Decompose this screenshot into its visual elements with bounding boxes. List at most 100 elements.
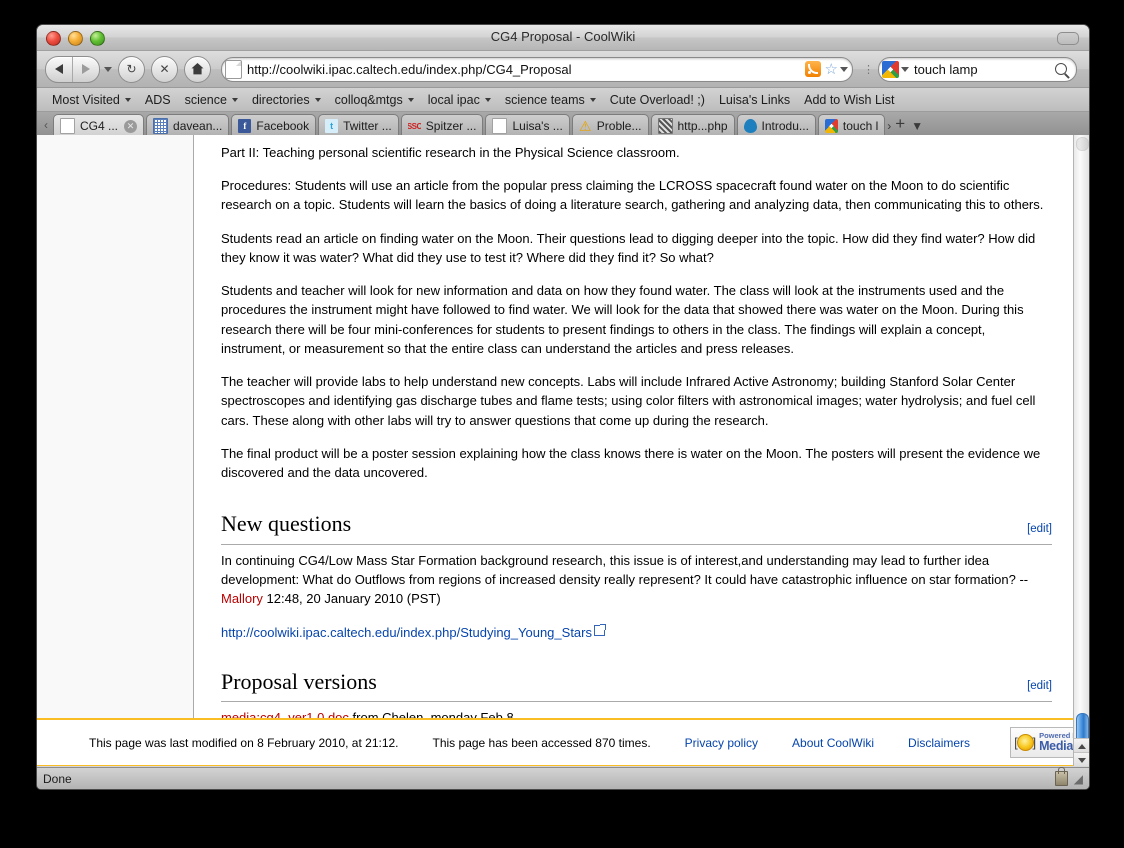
last-modified-text: This page was last modified on 8 Februar… (89, 735, 399, 750)
bookmark-label: Add to Wish List (804, 92, 895, 107)
tab-label: Introdu... (761, 119, 809, 133)
forward-button[interactable] (73, 57, 99, 82)
search-icon[interactable] (1055, 63, 1067, 75)
back-forward-group (45, 55, 100, 83)
edit-section-link-proposal-versions[interactable]: [edit] (1027, 678, 1052, 695)
scroll-down-button[interactable] (1074, 752, 1089, 766)
resize-grip-icon[interactable]: ◢ (1074, 772, 1083, 786)
ssc-favicon-icon: SSC (408, 121, 421, 131)
bookmark-star-icon[interactable]: ☆ (825, 60, 838, 78)
external-link-icon (594, 623, 606, 636)
user-signature-link[interactable]: Mallory (221, 591, 263, 606)
bookmark-label: directories (251, 92, 310, 107)
g-favicon-icon (824, 119, 838, 133)
wiki-sidebar (37, 135, 194, 718)
doc-favicon-icon (492, 118, 508, 134)
search-engine-dropdown-icon[interactable] (901, 66, 909, 72)
heading-text: Proposal versions (221, 668, 377, 694)
search-input[interactable]: touch lamp (909, 62, 1055, 77)
search-bar[interactable]: touch lamp (878, 56, 1077, 82)
bookmark-label: science (184, 92, 227, 107)
status-text: Done (43, 771, 72, 786)
scroll-up-button[interactable] (1074, 738, 1089, 753)
new-tab-button[interactable]: + (891, 114, 911, 137)
wiki-page-footer: This page was last modified on 8 Februar… (37, 718, 1089, 766)
chevron-down-icon (484, 97, 491, 102)
heading-text: New questions (221, 511, 352, 537)
home-button[interactable] (184, 55, 211, 83)
bookmark-label: local ipac (427, 92, 480, 107)
browser-tab[interactable]: http...php (650, 114, 735, 137)
article-paragraph: Students read an article on finding wate… (221, 230, 1036, 265)
fb-favicon-icon: f (238, 119, 252, 133)
grid-favicon-icon (153, 118, 169, 134)
browser-tab[interactable]: Introdu... (736, 114, 816, 137)
img-favicon-icon (657, 118, 673, 134)
reload-icon: ↻ (126, 62, 137, 76)
chevron-down-icon (407, 97, 414, 102)
browser-tab[interactable]: touch l (817, 114, 886, 137)
bookmarks-toolbar: Most Visited ADS science directories colloq&… (37, 88, 1089, 112)
window-titlebar: CG4 Proposal - CoolWiki (37, 25, 1089, 51)
lock-icon[interactable] (1054, 767, 1068, 786)
browser-tab[interactable]: t Twitter ... (318, 114, 399, 137)
chevron-down-icon (314, 97, 321, 102)
new-questions-text-post: 12:48, 20 January 2010 (PST) (262, 591, 441, 607)
scrollbar-track-top[interactable] (1076, 137, 1089, 151)
article-paragraph: The final product will be a poster sessi… (221, 445, 1041, 481)
new-questions-text-pre: In continuing CG4/Low Mass Star Formatio… (221, 552, 1029, 588)
browser-status-bar: Done ◢ (37, 767, 1089, 789)
page-vertical-scrollbar[interactable] (1073, 135, 1089, 766)
stop-button[interactable]: ✕ (151, 55, 178, 83)
back-button[interactable] (46, 57, 72, 82)
forward-arrow-icon (82, 64, 90, 74)
bookmark-item[interactable]: science (178, 93, 245, 107)
stop-icon: ✕ (159, 62, 170, 76)
close-tab-icon[interactable]: ✕ (124, 119, 138, 133)
browser-tab[interactable]: davean... (146, 114, 230, 137)
bookmark-item[interactable]: Cute Overload! ;) (603, 93, 712, 107)
bookmark-item[interactable]: science teams (498, 93, 603, 107)
edit-section-link-new-questions[interactable]: [edit] (1027, 521, 1052, 538)
toolbar-toggle-button[interactable] (1057, 32, 1079, 45)
drop-favicon-icon (743, 119, 757, 133)
bookmark-item[interactable]: Add to Wish List (797, 93, 901, 107)
google-icon[interactable] (882, 60, 899, 78)
new-questions-paragraph: In continuing CG4/Low Mass Star Formatio… (221, 551, 1052, 609)
navigation-toolbar: ↻ ✕ http://coolwiki.ipac.caltech.edu/ind… (37, 51, 1089, 88)
section-heading-proposal-versions: Proposal versions [edit] (221, 666, 1052, 703)
tab-label: davean... (173, 119, 223, 133)
article-paragraph: The teacher will provide labs to help un… (221, 374, 1036, 428)
bookmark-label: Most Visited (52, 92, 120, 107)
bookmark-label: Luisa's Links (718, 92, 791, 107)
browser-window: CG4 Proposal - CoolWiki ↻ ✕ http://coolw… (36, 24, 1090, 790)
bookmark-item[interactable]: local ipac (421, 93, 498, 107)
browser-tab[interactable]: ⚠ Proble... (571, 114, 649, 137)
article-paragraph: Students and teacher will look for new i… (221, 283, 1024, 356)
footer-link-about-coolwiki[interactable]: About CoolWiki (792, 736, 874, 750)
bookmark-item[interactable]: ADS (138, 93, 178, 107)
external-link-studying-young-stars[interactable]: http://coolwiki.ipac.caltech.edu/index.p… (221, 625, 592, 640)
browser-tab[interactable]: f Facebook (231, 114, 317, 137)
address-dropdown-icon[interactable] (840, 66, 848, 72)
bookmark-item[interactable]: colloq&mtgs (328, 93, 421, 107)
rss-feed-icon[interactable] (804, 61, 821, 77)
address-bar[interactable]: http://coolwiki.ipac.caltech.edu/index.p… (221, 56, 853, 82)
reload-button[interactable]: ↻ (118, 55, 145, 83)
browser-tab[interactable]: SSC Spitzer ... (400, 114, 484, 137)
history-dropdown-icon[interactable] (104, 66, 112, 72)
browser-tab[interactable]: Luisa's ... (485, 114, 570, 137)
window-title: CG4 Proposal - CoolWiki (490, 29, 636, 44)
tab-label: http...php (677, 119, 728, 133)
browser-tab[interactable]: CG4 ... ✕ (53, 114, 145, 137)
bookmark-item[interactable]: Luisa's Links (712, 93, 797, 107)
article-paragraph: Part II: Teaching personal scientific re… (221, 145, 680, 160)
address-bar-input[interactable]: http://coolwiki.ipac.caltech.edu/index.p… (247, 62, 805, 77)
footer-link-disclaimers[interactable]: Disclaimers (908, 736, 970, 750)
tab-label: Proble... (596, 119, 642, 133)
status-bar-right-group: ◢ (1054, 767, 1083, 786)
bookmark-label: colloq&mtgs (334, 92, 403, 107)
bookmark-item[interactable]: Most Visited (45, 93, 138, 107)
footer-link-privacy-policy[interactable]: Privacy policy (685, 736, 758, 750)
bookmark-item[interactable]: directories (245, 93, 328, 107)
